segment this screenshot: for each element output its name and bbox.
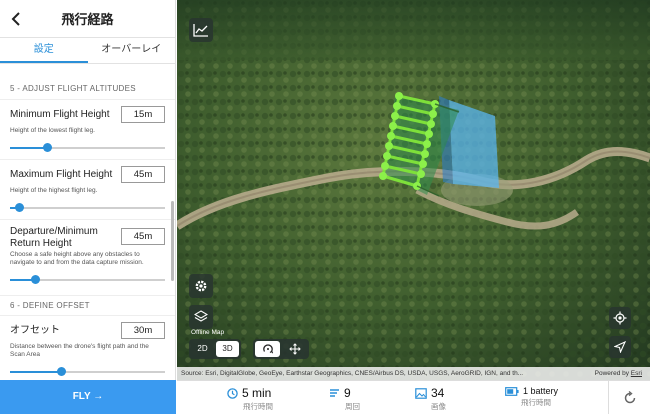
panel-header: 飛行経路 [0, 0, 175, 38]
setting-max-height: Maximum Flight Height 45m Height of the … [0, 159, 175, 215]
slider-thumb[interactable] [57, 367, 67, 376]
elevation-chart-button[interactable] [189, 18, 213, 42]
stat-images-value: 34 [431, 386, 445, 400]
stat-images: 34 画像 [415, 381, 446, 414]
max-height-input[interactable]: 45m [121, 166, 165, 183]
max-height-slider[interactable] [10, 201, 165, 215]
fly-button[interactable]: FLY → [0, 380, 176, 414]
settings-panel: 飛行経路 設定 オーバーレイ 5 - ADJUST FLIGHT ALTITUD… [0, 0, 176, 414]
max-height-label: Maximum Flight Height [10, 168, 113, 180]
offline-map-label: Offline Map [191, 329, 225, 336]
offset-label: オフセット [10, 324, 60, 336]
slider-thumb[interactable] [15, 203, 25, 212]
back-button[interactable] [8, 9, 26, 29]
offset-input[interactable]: 30m [121, 322, 165, 339]
layers-icon [194, 310, 208, 322]
view-2d-button[interactable]: 2D [191, 341, 214, 357]
move-button[interactable] [282, 341, 307, 357]
slider-thumb[interactable] [43, 143, 53, 152]
orbit-button[interactable] [255, 341, 280, 357]
layers-button[interactable] [189, 305, 213, 329]
tab-bar: 設定 オーバーレイ [0, 38, 175, 64]
tab-settings[interactable]: 設定 [0, 38, 88, 63]
stat-battery: 1 battery 飛行時間 [505, 381, 558, 414]
settings-scroll[interactable]: 5 - ADJUST FLIGHT ALTITUDES Minimum Flig… [0, 65, 175, 380]
map-view[interactable]: Offline Map 2D 3D Source: Esri, DigitalG… [177, 0, 650, 380]
setting-departure-height: Departure/Minimum Return Height 45m Choo… [0, 219, 175, 287]
view-mode-toggle: 2D 3D [189, 339, 241, 359]
navigation-button[interactable] [609, 336, 631, 358]
section-offset-heading: 6 - DEFINE OFFSET [0, 295, 175, 315]
navigation-arrow-icon [614, 341, 626, 353]
tab-overlay[interactable]: オーバーレイ [88, 38, 176, 63]
max-height-help: Height of the highest flight leg. [10, 187, 98, 194]
setting-offset: オフセット 30m Distance between the drone's f… [0, 315, 175, 379]
locate-button[interactable] [609, 307, 631, 329]
powered-by: Powered by Esri [595, 367, 650, 380]
legs-icon [330, 388, 339, 397]
departure-height-input[interactable]: 45m [121, 228, 165, 245]
orbit-icon [262, 344, 273, 354]
chevron-left-icon [11, 12, 20, 26]
settings-button[interactable] [189, 274, 213, 298]
powered-by-label: Powered by [594, 370, 629, 377]
panel-scrollbar[interactable] [171, 201, 174, 281]
stat-flight-time: 5 min 飛行時間 [227, 381, 273, 414]
esri-link[interactable]: Esri [631, 370, 642, 377]
view-3d-button[interactable]: 3D [216, 341, 239, 357]
section-altitudes-heading: 5 - ADJUST FLIGHT ALTITUDES [10, 84, 136, 93]
reset-button[interactable] [608, 381, 650, 414]
offset-slider[interactable] [10, 365, 165, 379]
image-icon [415, 387, 427, 399]
map-tools [253, 339, 309, 359]
satellite-map [177, 0, 650, 380]
gear-icon [195, 280, 207, 292]
attribution-text: Source: Esri, DigitalGlobe, GeoEye, Eart… [181, 370, 524, 377]
locate-icon [613, 311, 627, 325]
stat-battery-value: 1 battery [523, 386, 559, 396]
refresh-icon [624, 390, 635, 404]
min-height-help: Height of the lowest flight leg. [10, 127, 95, 134]
stat-legs: 9 周回 [329, 381, 360, 414]
page-title: 飛行経路 [61, 12, 114, 27]
flight-stats-bar: 5 min 飛行時間 9 周回 34 画像 1 battery 飛行時間 [177, 380, 650, 414]
departure-height-help: Choose a safe height above any obstacles… [10, 251, 144, 266]
departure-height-slider[interactable] [10, 273, 165, 287]
move-icon [288, 343, 301, 355]
min-height-input[interactable]: 15m [121, 106, 165, 123]
stat-battery-label: 飛行時間 [521, 398, 551, 407]
stat-legs-value: 9 [344, 386, 351, 400]
slider-thumb[interactable] [30, 275, 40, 284]
chart-icon [193, 24, 208, 37]
offset-help: Distance between the drone's flight path… [10, 343, 149, 358]
stat-flight-time-value: 5 min [242, 386, 272, 400]
min-height-slider[interactable] [10, 141, 165, 155]
stat-legs-label: 周回 [345, 402, 360, 411]
map-attribution: Source: Esri, DigitalGlobe, GeoEye, Eart… [177, 367, 650, 380]
battery-icon [505, 386, 519, 396]
clock-icon [227, 387, 238, 399]
setting-min-height: Minimum Flight Height 15m Height of the … [0, 99, 175, 155]
min-height-label: Minimum Flight Height [10, 108, 110, 120]
stat-images-label: 画像 [431, 402, 446, 411]
departure-height-label: Departure/Minimum Return Height [10, 226, 98, 249]
stat-flight-time-label: 飛行時間 [243, 402, 273, 411]
